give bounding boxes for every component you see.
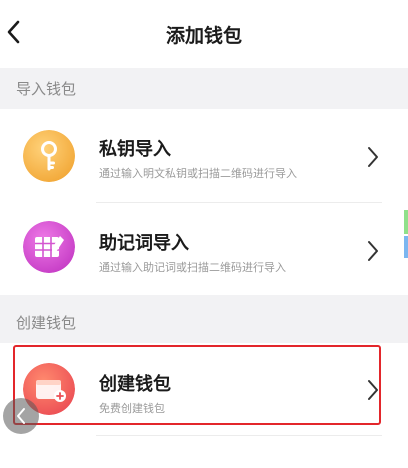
item-title: 助记词导入 — [99, 233, 189, 254]
chevron-right-icon — [368, 147, 378, 167]
floating-back-button[interactable] — [3, 398, 39, 434]
item-title: 私钥导入 — [99, 139, 171, 160]
private-key-import-item[interactable]: 私钥导入 通过输入明文私钥或扫描二维码进行导入 — [0, 109, 400, 203]
import-options-card: 私钥导入 通过输入明文私钥或扫描二维码进行导入 助记词导入 通过输入助记词或扫描… — [0, 109, 408, 295]
highlight-box — [13, 345, 381, 425]
item-subtitle: 通过输入助记词或扫描二维码进行导入 — [99, 261, 286, 274]
mnemonic-import-item[interactable]: 助记词导入 通过输入助记词或扫描二维码进行导入 — [0, 203, 400, 297]
word-grid-icon — [23, 221, 75, 273]
section-label-create: 创建钱包 — [16, 314, 77, 332]
edge-strip — [404, 236, 408, 258]
edge-strip — [404, 210, 408, 234]
chevron-right-icon — [368, 241, 378, 261]
item-subtitle: 通过输入明文私钥或扫描二维码进行导入 — [99, 167, 297, 180]
key-icon — [23, 130, 75, 182]
page-title: 添加钱包 — [165, 25, 242, 47]
chevron-left-icon — [17, 408, 25, 424]
header-bar: 添加钱包 — [0, 0, 408, 68]
section-label-import: 导入钱包 — [16, 80, 77, 98]
divider — [96, 435, 382, 436]
